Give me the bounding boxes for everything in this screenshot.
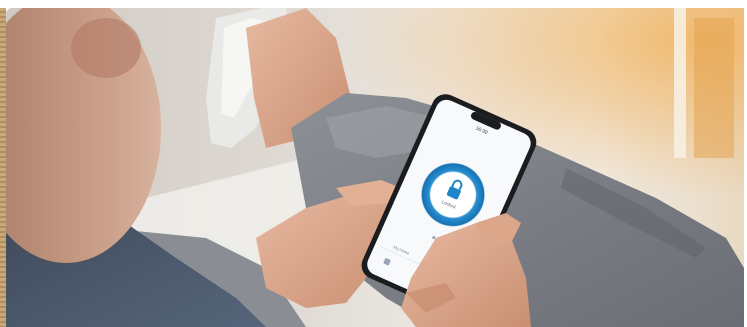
window-frame [674, 8, 686, 158]
photo-frame: Locked 16:30 My Home [6, 8, 744, 327]
photo-scene: Locked 16:30 My Home [6, 8, 744, 327]
top-margin [6, 0, 747, 8]
window-glow [694, 18, 734, 158]
ear [71, 18, 141, 78]
